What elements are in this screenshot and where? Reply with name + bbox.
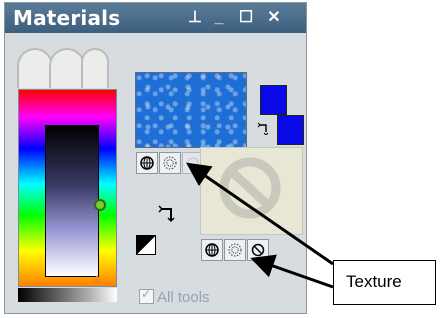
- all-tools-checkbox[interactable]: [139, 287, 154, 304]
- globe-icon: [205, 243, 219, 257]
- tab-rainbow[interactable]: [17, 48, 53, 88]
- swap-icon[interactable]: [157, 203, 179, 230]
- hue-marker-icon[interactable]: [94, 199, 106, 211]
- grayscale-strip[interactable]: [18, 288, 117, 302]
- panel-title: Materials: [13, 6, 121, 30]
- bg-style-button[interactable]: [201, 239, 223, 261]
- texture-icon: [228, 243, 242, 257]
- callout-label: Texture: [346, 272, 402, 291]
- pin-icon[interactable]: ⊥: [186, 9, 204, 27]
- tab-swatches[interactable]: [81, 48, 109, 88]
- bg-transparent-button[interactable]: [247, 239, 269, 261]
- color-picker[interactable]: [18, 89, 117, 287]
- globe-icon: [140, 156, 154, 170]
- maximize-icon[interactable]: ☐: [237, 9, 255, 27]
- panel-titlebar[interactable]: Materials ⊥ _ ☐ ✕: [5, 3, 306, 33]
- texture-callout: Texture: [333, 260, 436, 305]
- minimize-icon[interactable]: _: [210, 9, 228, 27]
- texture-icon: [163, 156, 177, 170]
- circle-icon: [187, 157, 199, 169]
- texture-button[interactable]: [159, 152, 181, 174]
- background-swatch[interactable]: [200, 147, 303, 235]
- texture-swatch[interactable]: [135, 72, 247, 148]
- materials-panel: Materials ⊥ _ ☐ ✕ ✓All tools: [4, 2, 307, 314]
- small-swap-icon[interactable]: [257, 121, 271, 138]
- all-tools-option[interactable]: All tools: [139, 287, 239, 307]
- bg-texture-button[interactable]: [224, 239, 246, 261]
- style-button[interactable]: [136, 152, 158, 174]
- all-tools-label: All tools: [157, 289, 210, 306]
- lightness-square[interactable]: [45, 125, 99, 277]
- black-white-reset-icon[interactable]: [136, 235, 156, 255]
- background-small-swatch[interactable]: [277, 115, 304, 145]
- foreground-small-swatch[interactable]: [260, 85, 287, 115]
- null-small-icon: [251, 243, 265, 257]
- close-icon[interactable]: ✕: [265, 9, 283, 27]
- tab-frame[interactable]: [49, 48, 85, 88]
- null-icon: [219, 157, 281, 219]
- lightness-marker-icon[interactable]: [90, 275, 104, 285]
